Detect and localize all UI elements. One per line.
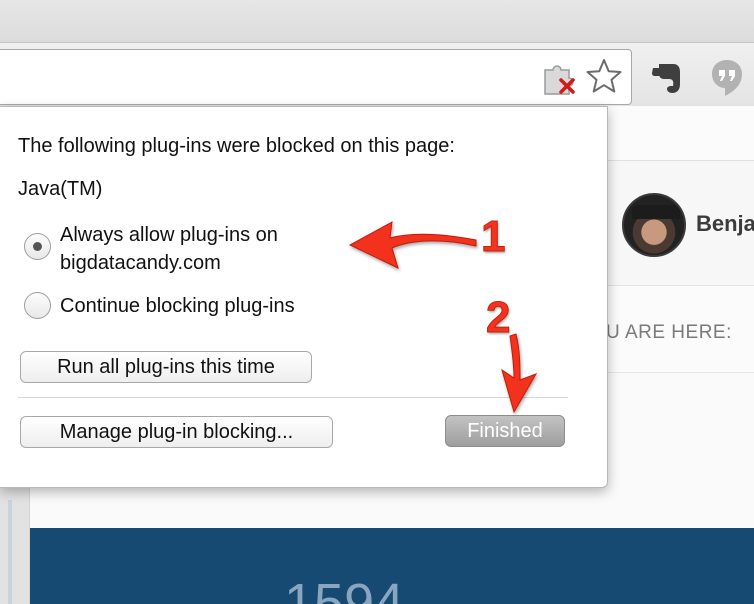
arrow-1 bbox=[348, 221, 477, 269]
step-2-label: 2 bbox=[485, 293, 511, 343]
annotation-arrows bbox=[348, 221, 538, 414]
step-1-label: 1 bbox=[480, 212, 506, 262]
arrow-2 bbox=[501, 333, 538, 414]
